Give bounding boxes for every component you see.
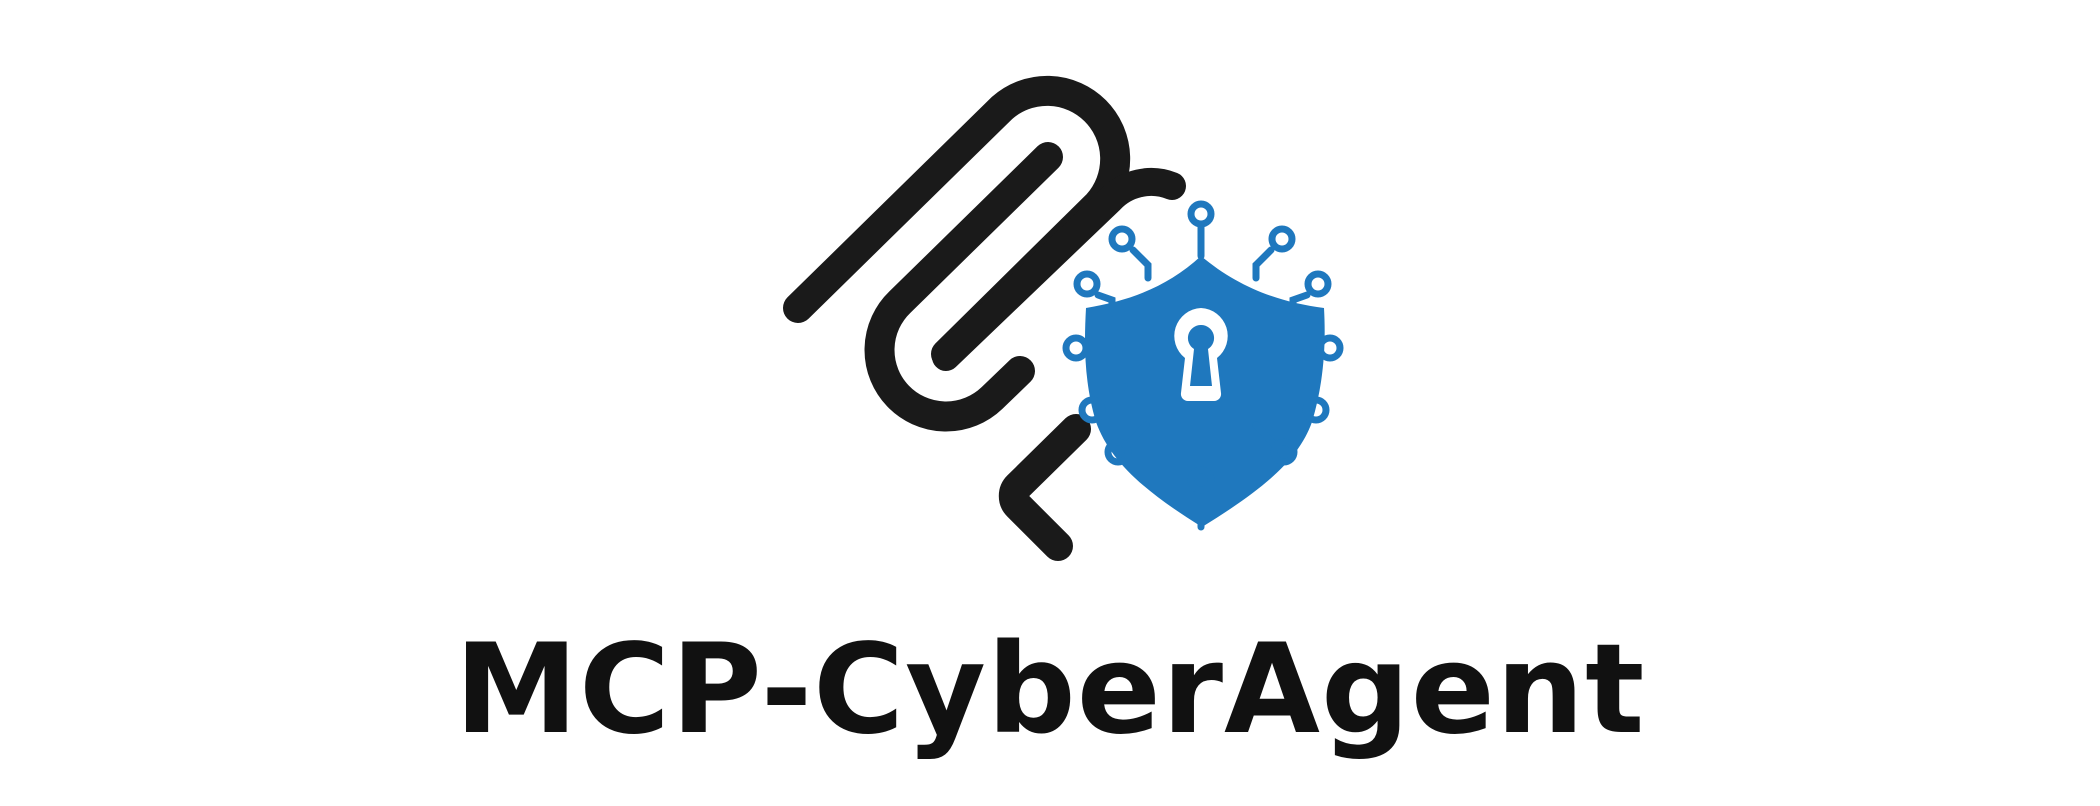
logo-canvas: MCP-CyberAgent	[0, 0, 2100, 806]
mcp-bottom-chevron	[998, 414, 1091, 561]
brand-wordmark: MCP-CyberAgent	[454, 618, 1646, 762]
